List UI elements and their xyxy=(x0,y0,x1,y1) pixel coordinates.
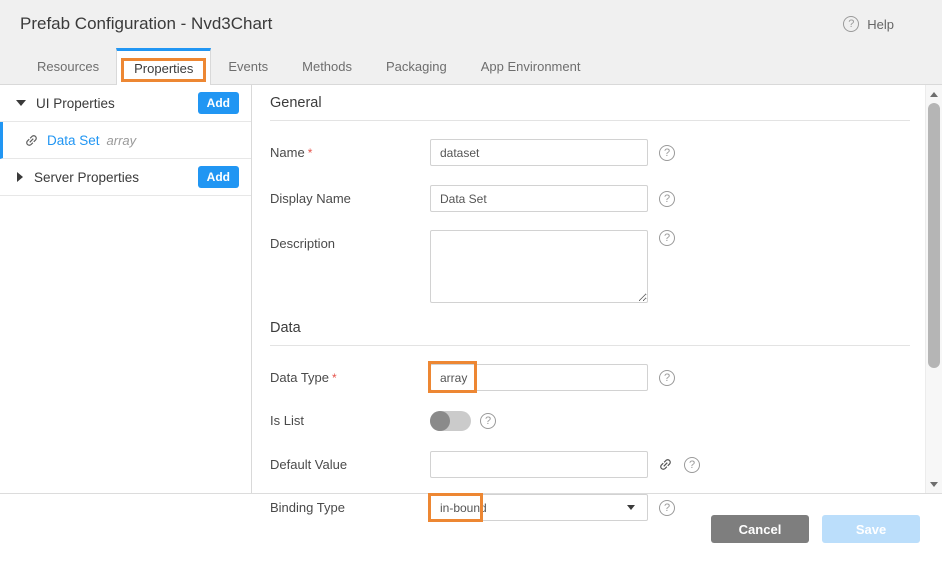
field-label-is-list: Is List xyxy=(270,413,304,428)
field-label-description: Description xyxy=(270,236,335,251)
field-label-display-name: Display Name xyxy=(270,191,351,206)
field-row-data-type: Data Type xyxy=(270,364,910,392)
link-icon xyxy=(655,454,676,475)
link-icon xyxy=(21,129,42,150)
is-list-toggle[interactable] xyxy=(430,411,471,431)
content-area: UI Properties Add Data Set array Server … xyxy=(0,85,942,493)
data-type-input[interactable] xyxy=(430,364,648,391)
chevron-down-icon xyxy=(627,505,635,510)
sidebar-item-data-set[interactable]: Data Set array xyxy=(0,122,251,159)
help-circle-icon[interactable] xyxy=(659,230,675,246)
tab-methods[interactable]: Methods xyxy=(285,48,369,84)
tab-resources[interactable]: Resources xyxy=(20,48,116,84)
default-value-input[interactable] xyxy=(430,451,648,478)
chevron-right-icon xyxy=(17,172,23,182)
binding-type-select[interactable]: in-bound xyxy=(430,494,648,521)
bind-property-button[interactable] xyxy=(658,457,673,472)
help-circle-icon[interactable] xyxy=(659,191,675,207)
add-ui-property-button[interactable]: Add xyxy=(198,92,239,114)
vertical-scrollbar[interactable] xyxy=(925,85,942,493)
display-name-input[interactable] xyxy=(430,185,648,212)
field-row-display-name: Display Name xyxy=(270,185,910,212)
help-circle-icon xyxy=(843,16,859,32)
tab-packaging[interactable]: Packaging xyxy=(369,48,464,84)
section-title-general: General xyxy=(270,95,910,121)
scroll-down-arrow[interactable] xyxy=(926,477,942,491)
field-label-data-type: Data Type xyxy=(270,370,337,385)
name-input[interactable] xyxy=(430,139,648,166)
field-row-binding-type: Binding Type in-bound xyxy=(270,494,910,521)
help-circle-icon[interactable] xyxy=(480,413,496,429)
tab-events[interactable]: Events xyxy=(211,48,285,84)
dialog-title: Prefab Configuration - Nvd3Chart xyxy=(20,14,843,34)
tab-bar: Resources Properties Events Methods Pack… xyxy=(0,48,942,85)
sidebar-group-server-properties[interactable]: Server Properties Add xyxy=(0,159,251,196)
add-server-property-button[interactable]: Add xyxy=(198,166,239,188)
help-circle-icon[interactable] xyxy=(659,500,675,516)
tab-properties[interactable]: Properties xyxy=(116,48,211,85)
scroll-up-arrow[interactable] xyxy=(926,87,942,101)
field-label-default-value: Default Value xyxy=(270,457,347,472)
field-label-name: Name xyxy=(270,145,312,160)
tab-app-environment[interactable]: App Environment xyxy=(464,48,598,84)
field-row-is-list: Is List xyxy=(270,411,910,431)
description-textarea[interactable] xyxy=(430,230,648,303)
toggle-knob xyxy=(430,411,450,431)
field-row-description: Description xyxy=(270,230,910,303)
sidebar-item-type: array xyxy=(107,133,137,148)
help-circle-icon[interactable] xyxy=(684,457,700,473)
help-circle-icon[interactable] xyxy=(659,145,675,161)
scrollbar-thumb[interactable] xyxy=(928,103,940,368)
sidebar-group-ui-properties[interactable]: UI Properties Add xyxy=(0,85,251,122)
properties-sidebar: UI Properties Add Data Set array Server … xyxy=(0,85,252,493)
field-row-name: Name xyxy=(270,139,910,167)
dialog-header: Prefab Configuration - Nvd3Chart Help xyxy=(0,0,942,48)
section-title-data: Data xyxy=(270,320,910,346)
sidebar-item-label: Data Set xyxy=(47,133,100,148)
field-label-binding-type: Binding Type xyxy=(270,500,345,515)
chevron-down-icon xyxy=(16,100,26,106)
property-form-panel: General Name Display Name Description Da… xyxy=(252,85,942,493)
binding-type-selected-value: in-bound xyxy=(440,501,627,515)
help-circle-icon[interactable] xyxy=(659,370,675,386)
help-label: Help xyxy=(867,17,894,32)
field-row-default-value: Default Value xyxy=(270,451,910,478)
help-button[interactable]: Help xyxy=(843,16,894,32)
